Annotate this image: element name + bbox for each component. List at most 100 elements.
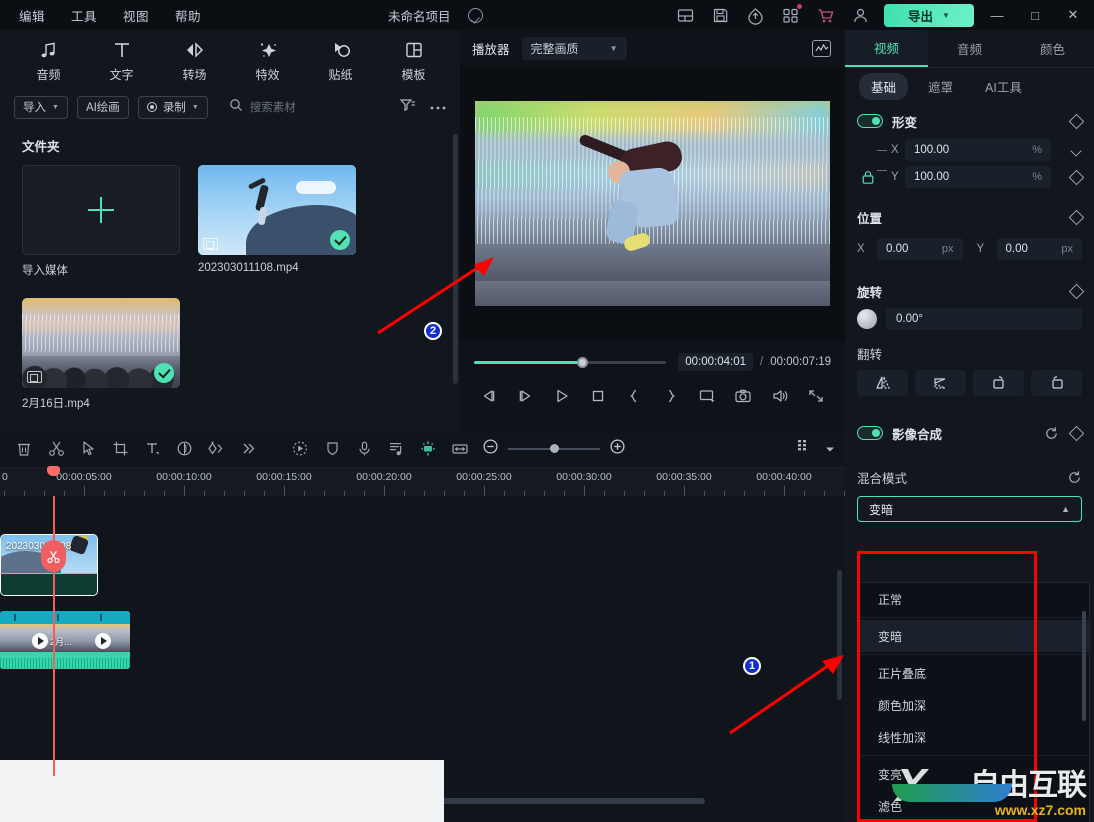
more-options-icon[interactable] (430, 98, 446, 116)
position-keyframe-icon[interactable] (1068, 209, 1085, 225)
mic-icon[interactable] (348, 434, 380, 464)
position-y-input[interactable]: 0.00 px (996, 238, 1082, 260)
category-effects[interactable]: 特效 (231, 38, 304, 83)
import-media-thumb[interactable] (22, 165, 180, 255)
blend-option-multiply[interactable]: 正片叠底 (858, 657, 1089, 689)
tab-color[interactable]: 颜色 (1011, 30, 1094, 67)
zoom-in-icon[interactable] (609, 438, 626, 460)
media-tile-video-2[interactable]: 2月16日.mp4 (22, 298, 180, 411)
zoom-slider[interactable] (508, 443, 600, 453)
beat-detect-icon[interactable] (380, 434, 412, 464)
rotate-right-icon[interactable] (1031, 370, 1082, 396)
delete-icon[interactable] (8, 434, 40, 464)
layout-icon[interactable] (676, 6, 695, 25)
quality-selector[interactable]: 完整画质 ▼ (521, 36, 627, 60)
blend-mode-select[interactable]: 变暗 ▲ (857, 496, 1082, 522)
blend-option-lighten[interactable]: 变亮 (858, 758, 1089, 790)
timeline-clip-video-2[interactable]: 2月... (0, 611, 130, 669)
menu-edit[interactable]: 编辑 (8, 1, 56, 30)
maximize-button[interactable]: □ (1016, 0, 1054, 30)
seek-handle[interactable] (576, 356, 588, 368)
record-button[interactable]: 录制 ▼ (137, 95, 208, 119)
clip-play-badge[interactable] (95, 633, 111, 649)
media-tile-video-1[interactable]: 202303011108.mp4 (198, 165, 356, 278)
cut-icon[interactable] (40, 434, 72, 464)
color-wheel-icon[interactable] (168, 434, 200, 464)
media-scrollbar[interactable] (453, 134, 458, 384)
speed-icon[interactable] (284, 434, 316, 464)
cart-icon[interactable] (816, 6, 835, 25)
chevron-down-icon[interactable]: ▼ (942, 11, 950, 20)
menu-tools[interactable]: 工具 (60, 1, 108, 30)
prev-frame-icon[interactable] (478, 385, 500, 407)
rotation-keyframe-icon[interactable] (1068, 283, 1085, 299)
rotation-dial[interactable] (857, 309, 877, 329)
minimize-button[interactable]: — (978, 0, 1016, 30)
blend-option-darken[interactable]: 变暗 (858, 620, 1089, 652)
zoom-out-icon[interactable] (482, 438, 499, 460)
menu-help[interactable]: 帮助 (164, 1, 212, 30)
clip-play-badge[interactable] (32, 633, 48, 649)
category-text[interactable]: 文字 (85, 38, 158, 83)
preview-stage[interactable] (460, 66, 845, 341)
tab-video[interactable]: 视频 (845, 30, 928, 67)
play-icon[interactable] (551, 385, 573, 407)
blend-option-linear-burn[interactable]: 线性加深 (858, 721, 1089, 753)
text-tool-icon[interactable] (136, 434, 168, 464)
close-button[interactable]: ✕ (1054, 0, 1092, 30)
mask-shield-icon[interactable] (316, 434, 348, 464)
media-thumb-video-2[interactable] (22, 298, 180, 388)
timeline-tracks[interactable]: 202303011108 2月... (0, 496, 845, 776)
subtab-mask[interactable]: 遮罩 (916, 73, 965, 100)
account-icon[interactable] (851, 6, 870, 25)
filter-icon[interactable] (399, 98, 416, 117)
scale-x-keyframe-icon[interactable] (1071, 145, 1082, 156)
import-media-tile[interactable]: 导入媒体 (22, 165, 180, 278)
composite-reset-icon[interactable] (1044, 426, 1059, 441)
media-thumb-video-1[interactable] (198, 165, 356, 255)
blend-reset-icon[interactable] (1067, 470, 1082, 485)
scope-graph-icon[interactable] (812, 39, 831, 57)
subtab-basic[interactable]: 基础 (859, 72, 909, 100)
dropdown-scrollbar[interactable] (1082, 611, 1086, 721)
fit-timeline-icon[interactable] (444, 434, 476, 464)
mark-out-icon[interactable] (660, 385, 682, 407)
category-sticker[interactable]: 贴纸 (304, 38, 377, 83)
blend-mode-dropdown[interactable]: 正常 变暗 正片叠底 颜色加深 线性加深 变亮 滤色 颜色减淡 (857, 582, 1090, 822)
composite-keyframe-icon[interactable] (1068, 425, 1085, 441)
track-options-icon[interactable] (797, 439, 813, 459)
rotate-left-icon[interactable] (973, 370, 1024, 396)
mark-in-icon[interactable] (623, 385, 645, 407)
transform-toggle[interactable] (857, 114, 883, 128)
apps-grid-icon[interactable] (781, 3, 802, 25)
next-frame-icon[interactable] (514, 385, 536, 407)
track-options-caret-icon[interactable] (825, 440, 835, 458)
blend-option-color-burn[interactable]: 颜色加深 (858, 689, 1089, 721)
transform-keyframe-icon[interactable] (1068, 113, 1085, 129)
playhead-line[interactable] (53, 496, 55, 776)
stop-icon[interactable] (587, 385, 609, 407)
blend-option-screen[interactable]: 滤色 (858, 790, 1089, 822)
position-x-input[interactable]: 0.00 px (877, 238, 963, 260)
export-button[interactable]: 导出 ▼ (884, 4, 974, 27)
cloud-upload-icon[interactable] (746, 6, 765, 25)
crop-icon[interactable] (104, 434, 136, 464)
zoom-handle[interactable] (550, 443, 560, 453)
tab-audio[interactable]: 音频 (928, 30, 1011, 67)
split-clip-button[interactable] (41, 540, 66, 572)
scale-y-input[interactable]: 100.00 % (905, 166, 1051, 188)
flip-vertical-icon[interactable] (915, 370, 966, 396)
blend-option-normal[interactable]: 正常 (858, 583, 1089, 615)
save-icon[interactable] (711, 6, 730, 25)
video-preview-frame[interactable] (475, 101, 830, 306)
auto-highlight-icon[interactable] (412, 434, 444, 464)
scale-x-input[interactable]: 100.00 % (905, 139, 1051, 161)
select-cursor-icon[interactable] (72, 434, 104, 464)
category-transition[interactable]: 转场 (158, 38, 231, 83)
snapshot-icon[interactable] (732, 385, 754, 407)
ai-paint-button[interactable]: AI绘画 (76, 95, 129, 119)
category-template[interactable]: 模板 (377, 38, 450, 83)
more-tools-icon[interactable] (232, 434, 264, 464)
search-box[interactable]: 搜索素材 (229, 98, 296, 117)
volume-icon[interactable] (769, 385, 791, 407)
